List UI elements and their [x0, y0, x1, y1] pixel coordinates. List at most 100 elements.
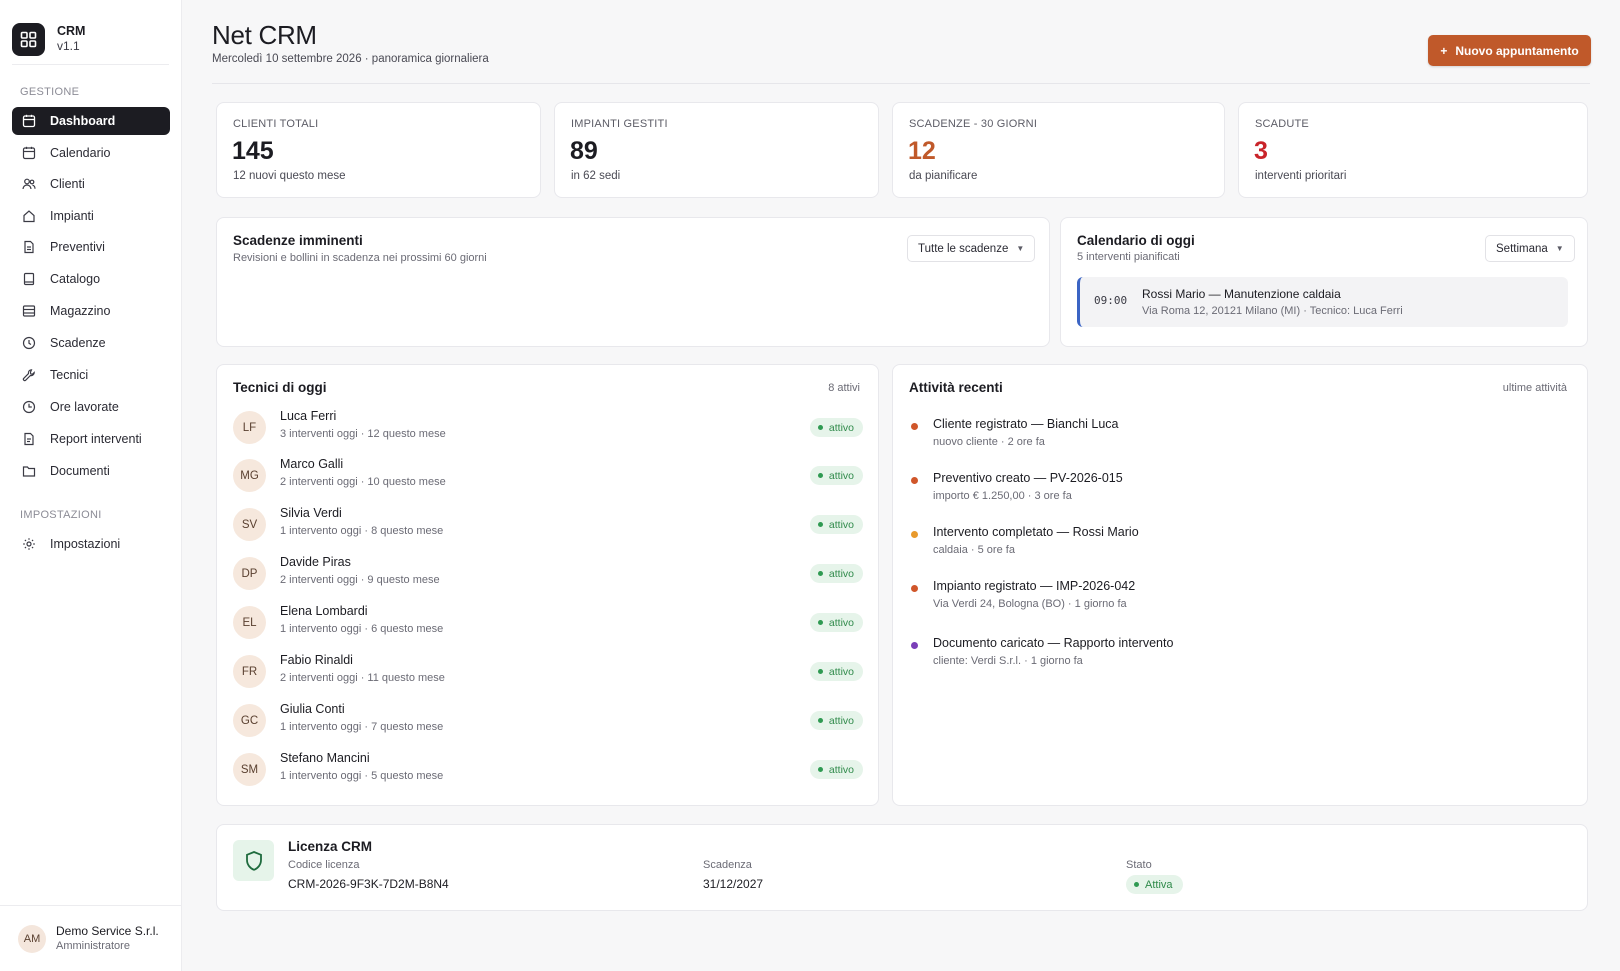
clock-alert-icon [22, 336, 36, 350]
status-badge: attivo [809, 662, 863, 681]
new-appointment-button[interactable]: + Nuovo appuntamento [1428, 35, 1591, 66]
activity-dot-icon [911, 423, 918, 430]
user-profile[interactable]: AM Demo Service S.r.l. Amministratore [0, 905, 182, 971]
status-dot-icon [817, 669, 823, 674]
user-role: Amministratore [56, 940, 130, 952]
sidebar-item-scadenze[interactable]: Scadenze [12, 329, 170, 357]
technicians-title: Tecnici di oggi [233, 380, 327, 395]
appointment-title: Rossi Mario — Manutenzione caldaia [1142, 287, 1341, 301]
sidebar-item-label: Impostazioni [50, 537, 121, 551]
sidebar-item-ore-lavorate[interactable]: Ore lavorate [12, 393, 170, 421]
license-status-label: Stato [1126, 859, 1152, 871]
kpi-sub: da pianificare [909, 170, 978, 182]
report-icon [24, 432, 34, 446]
sidebar-item-magazzino[interactable]: Magazzino [12, 297, 170, 325]
sidebar-item-impianti[interactable]: Impianti [12, 202, 170, 230]
activity-item[interactable]: Preventivo creato — PV-2026-015 importo … [909, 471, 1549, 511]
status-dot-icon [817, 620, 823, 625]
status-badge-label: attivo [828, 469, 854, 482]
sidebar-item-label: Dashboard [50, 114, 116, 128]
technician-row[interactable]: LF Luca Ferri 3 interventi oggi · 12 que… [233, 409, 863, 449]
kpi-label: SCADUTE [1255, 118, 1309, 130]
deadlines-filter-select[interactable]: Tutte le scadenze ▼ [907, 235, 1036, 262]
technician-row[interactable]: GC Giulia Conti 1 intervento oggi · 7 qu… [233, 702, 863, 742]
calendar-subtitle: 5 interventi pianificati [1077, 251, 1180, 263]
sidebar-item-impostazioni[interactable]: Impostazioni [12, 530, 170, 558]
brand-name: CRM [57, 24, 86, 38]
status-badge: attivo [809, 418, 863, 437]
warehouse-icon [22, 305, 36, 317]
sidebar-item-calendario[interactable]: Calendario [12, 139, 170, 167]
license-expiry-label: Scadenza [703, 859, 752, 871]
technician-row[interactable]: SM Stefano Mancini 1 intervento oggi · 5… [233, 751, 863, 791]
sidebar-item-label: Documenti [50, 464, 110, 478]
nav-section-management: GESTIONE [20, 86, 80, 98]
kpi-label: CLIENTI TOTALI [233, 118, 319, 130]
activity-title-text: Cliente registrato — Bianchi Luca [933, 417, 1119, 431]
activity-dot-icon [911, 477, 918, 484]
sidebar-item-clienti[interactable]: Clienti [12, 170, 170, 198]
technician-name: Davide Piras [280, 555, 351, 569]
technician-stats: 3 interventi oggi · 12 questo mese [280, 428, 446, 440]
home-icon [23, 210, 35, 223]
status-dot-icon [817, 767, 823, 772]
status-badge: attivo [809, 515, 863, 534]
deadlines-subtitle: Revisioni e bollini in scadenza nei pros… [233, 252, 487, 264]
sidebar-item-dashboard[interactable]: Dashboard [12, 107, 170, 135]
shield-icon [233, 840, 274, 881]
avatar: AM [18, 924, 46, 953]
activity-meta: nuovo cliente · 2 ore fa [933, 436, 1045, 448]
sidebar-item-label: Clienti [50, 177, 85, 191]
activity-item[interactable]: Documento caricato — Rapporto intervento… [909, 636, 1549, 676]
technician-row[interactable]: SV Silvia Verdi 1 intervento oggi · 8 qu… [233, 506, 863, 546]
status-dot-icon [1134, 882, 1139, 887]
activity-item[interactable]: Cliente registrato — Bianchi Luca nuovo … [909, 417, 1549, 457]
license-expiry: 31/12/2027 [703, 877, 764, 891]
clock-icon [22, 400, 36, 414]
activity-item[interactable]: Intervento completato — Rossi Mario cald… [909, 525, 1549, 565]
grid-logo-icon [12, 22, 45, 56]
technician-row[interactable]: FR Fabio Rinaldi 2 interventi oggi · 11 … [233, 653, 863, 693]
activity-item[interactable]: Impianto registrato — IMP-2026-042 Via V… [909, 579, 1549, 619]
status-badge: Attiva [1126, 875, 1183, 894]
appointment-item[interactable]: 09:00 Rossi Mario — Manutenzione caldaia… [1077, 277, 1568, 327]
new-appointment-label: Nuovo appuntamento [1455, 43, 1579, 58]
sidebar-item-label: Calendario [50, 146, 111, 160]
kpi-sub: in 62 sedi [571, 170, 621, 182]
calendar-view-select[interactable]: Settimana ▼ [1485, 235, 1575, 262]
sidebar-item-tecnici[interactable]: Tecnici [12, 361, 170, 389]
activity-title: Attività recenti [909, 380, 1003, 395]
calendar-view-label: Settimana [1496, 242, 1548, 255]
status-badge-label: attivo [828, 714, 854, 727]
deadlines-card: Scadenze imminenti Revisioni e bollini i… [216, 217, 1050, 347]
technician-row[interactable]: EL Elena Lombardi 1 intervento oggi · 6 … [233, 604, 863, 644]
status-badge-label: attivo [828, 421, 854, 434]
avatar: FR [233, 655, 266, 688]
technician-name: Fabio Rinaldi [280, 653, 353, 667]
sidebar-item-catalogo[interactable]: Catalogo [12, 265, 170, 293]
activity-filter: ultime attività [1502, 382, 1567, 394]
avatar: GC [233, 704, 266, 737]
page-subtitle: Mercoledì 10 settembre 2026 · panoramica… [212, 53, 489, 65]
license-status: Attiva [1145, 878, 1173, 891]
status-badge-label: attivo [828, 616, 854, 629]
chevron-down-icon: ▼ [1016, 244, 1025, 253]
license-code-label: Codice licenza [288, 859, 360, 871]
plus-icon: + [1440, 43, 1448, 58]
technician-row[interactable]: DP Davide Piras 2 interventi oggi · 9 qu… [233, 555, 863, 595]
avatar: LF [233, 411, 266, 444]
sidebar-item-report-interventi[interactable]: Report interventi [12, 425, 170, 453]
technician-stats: 1 intervento oggi · 8 questo mese [280, 525, 444, 537]
calendar-card: Calendario di oggi 5 interventi pianific… [1060, 217, 1588, 347]
sidebar-item-preventivi[interactable]: Preventivi [12, 233, 170, 261]
nav-section-settings: IMPOSTAZIONI [20, 509, 102, 521]
chevron-down-icon: ▼ [1555, 244, 1564, 253]
sidebar-item-documenti[interactable]: Documenti [12, 457, 170, 485]
kpi-card-overdue: SCADUTE 3 interventi prioritari [1238, 102, 1588, 198]
status-badge: attivo [809, 613, 863, 632]
technician-name: Marco Galli [280, 457, 344, 471]
technician-row[interactable]: MG Marco Galli 2 interventi oggi · 10 qu… [233, 457, 863, 497]
status-badge-label: attivo [828, 665, 854, 678]
technician-stats: 2 interventi oggi · 10 questo mese [280, 476, 446, 488]
activity-title-text: Preventivo creato — PV-2026-015 [933, 471, 1123, 485]
